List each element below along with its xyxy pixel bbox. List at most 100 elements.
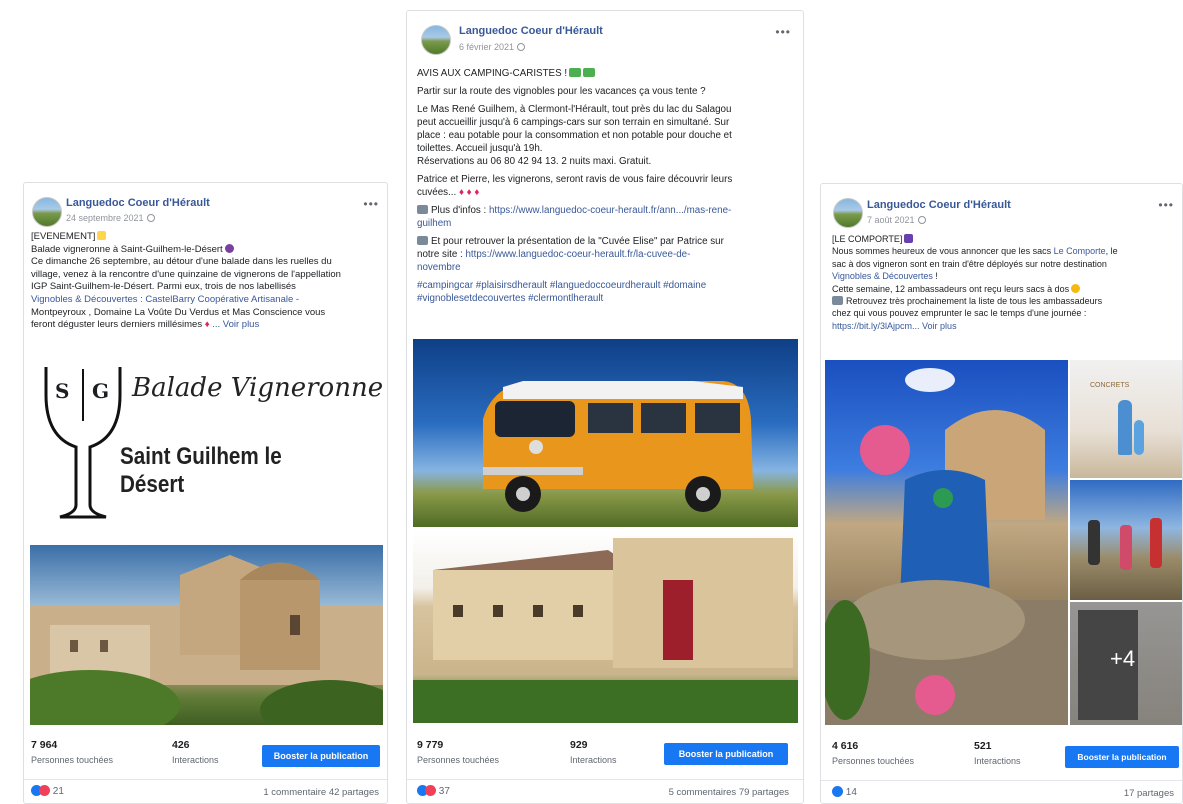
- more-options-icon[interactable]: •••: [1158, 198, 1174, 212]
- globe-icon: [917, 216, 926, 224]
- interactions-count: 426: [172, 739, 190, 751]
- text-line: cuvées...: [417, 187, 457, 198]
- comments-shares-link[interactable]: 5 commentaires 79 partages: [669, 787, 789, 798]
- page-name-link[interactable]: Languedoc Coeur d'Hérault: [867, 199, 1011, 211]
- winery-building-photo[interactable]: [413, 530, 798, 723]
- reactions-summary[interactable]: 21: [31, 785, 64, 797]
- boost-post-button[interactable]: Booster la publication: [262, 745, 380, 767]
- comments-shares-link[interactable]: 1 commentaire 42 partages: [263, 787, 379, 798]
- page-avatar[interactable]: [421, 25, 451, 55]
- grapes-emoji-icon: [224, 243, 234, 253]
- reach-count: 9 779: [417, 739, 444, 751]
- wine-emoji-icon: ♦ ♦ ♦: [458, 187, 480, 198]
- text-line: feront déguster leurs derniers millésime…: [31, 319, 203, 331]
- text-line: chez qui vous pouvez emprunter le sac le…: [832, 308, 1087, 319]
- reaction-count: 14: [845, 787, 857, 798]
- cuvee-url-link[interactable]: novembre: [417, 261, 799, 274]
- shares-link[interactable]: 17 partages: [1124, 788, 1174, 799]
- text-line: place : eau potable pour la consommation…: [417, 130, 732, 141]
- abbey-illustration: [30, 555, 383, 725]
- divider: [24, 779, 387, 780]
- page-name-link[interactable]: Languedoc Coeur d'Hérault: [66, 197, 210, 209]
- logo-title-text: Saint Guilhem le Désert: [120, 443, 282, 498]
- reaction-count: 37: [438, 786, 450, 797]
- post-header: Languedoc Coeur d'Hérault 7 août 2021 ••…: [821, 184, 1182, 228]
- campervan-photo[interactable]: [413, 339, 798, 527]
- post-date[interactable]: 24 septembre 2021: [66, 213, 155, 223]
- text-line: Retrouvez très prochainement la liste de…: [846, 296, 1103, 307]
- reach-count: 4 616: [832, 740, 859, 752]
- reach-label: Personnes touchées: [832, 756, 915, 766]
- divider: [407, 779, 803, 780]
- ambassador-photo-1[interactable]: CONCRETS: [1070, 360, 1182, 478]
- info-emoji-icon: [417, 205, 428, 214]
- page-avatar[interactable]: [32, 197, 62, 227]
- post-card-camping: Languedoc Coeur d'Hérault 6 février 2021…: [406, 10, 804, 804]
- post-header: Languedoc Coeur d'Hérault 24 septembre 2…: [24, 183, 387, 227]
- more-options-icon[interactable]: •••: [775, 25, 791, 39]
- post-card-balade: Languedoc Coeur d'Hérault 24 septembre 2…: [23, 182, 388, 804]
- text-line: Plus d'infos :: [431, 205, 489, 216]
- info-url-link[interactable]: guilhem: [417, 217, 799, 230]
- short-url-link[interactable]: https://bit.ly/3lAjpcm...: [832, 321, 920, 331]
- post-date[interactable]: 6 février 2021: [459, 42, 526, 52]
- text-line: notre site :: [417, 249, 466, 260]
- interactions-count: 929: [570, 739, 588, 751]
- logo-letter-s: S: [55, 379, 70, 403]
- ambassador-photo-more[interactable]: +4: [1070, 602, 1182, 725]
- cuvee-url-link[interactable]: https://www.languedoc-coeur-herault.fr/l…: [465, 249, 690, 260]
- love-reaction-icon: [425, 785, 436, 796]
- reactions-summary[interactable]: 37: [417, 785, 450, 797]
- text-line: Patrice et Pierre, les vignerons, seront…: [417, 174, 733, 185]
- person-figure: [1134, 420, 1144, 455]
- hashtags[interactable]: #vignoblesetdecouvertes #clermontlheraul…: [417, 292, 799, 305]
- boost-post-button[interactable]: Booster la publication: [1065, 746, 1179, 768]
- wine-emoji-icon: ♦: [204, 319, 210, 331]
- person-figure: [1150, 518, 1162, 568]
- campervan-illustration: [483, 381, 753, 512]
- text-line: Ce dimanche 26 septembre, au détour d'un…: [31, 256, 332, 268]
- page-mention-link[interactable]: Vignobles & Découvertes: [832, 271, 933, 281]
- post-header: Languedoc Coeur d'Hérault 6 février 2021…: [407, 11, 803, 55]
- page-mention-link[interactable]: Vignobles & Découvertes : CastelBarry Co…: [31, 294, 386, 307]
- text-line: Réservations au 06 80 42 94 13. 2 nuits …: [417, 156, 652, 167]
- interactions-count: 521: [974, 740, 992, 752]
- info-url-link[interactable]: https://www.languedoc-coeur-herault.fr/a…: [489, 205, 731, 216]
- interactions-label: Interactions: [974, 756, 1021, 766]
- ambassador-photo-2[interactable]: [1070, 480, 1182, 600]
- backpack-photo[interactable]: [825, 360, 1068, 725]
- page-name-link[interactable]: Languedoc Coeur d'Hérault: [459, 25, 603, 37]
- hashtags[interactable]: #campingcar #plaisirsdherault #languedoc…: [417, 279, 799, 292]
- winery-illustration: [413, 538, 798, 723]
- abbey-photo[interactable]: [30, 545, 383, 725]
- post-date[interactable]: 7 août 2021: [867, 215, 926, 225]
- reaction-count: 21: [52, 786, 64, 797]
- info-emoji-icon: [417, 236, 428, 245]
- post-text: [LE COMPORTE] Nous sommes heureux de vou…: [832, 233, 1180, 332]
- post-text: AVIS AUX CAMPING-CARISTES ! Partir sur l…: [417, 67, 799, 305]
- text-line: , le: [1105, 246, 1118, 257]
- see-more-link[interactable]: Voir plus: [922, 321, 957, 331]
- page-mention-link[interactable]: Le Comporte: [1054, 246, 1106, 256]
- sparkle-emoji-icon: [97, 231, 107, 240]
- reactions-summary[interactable]: 14: [832, 786, 857, 798]
- post-text: [EVENEMENT] Balade vigneronne à Saint-Gu…: [31, 231, 386, 332]
- boost-post-button[interactable]: Booster la publication: [664, 743, 788, 765]
- sunglasses-emoji-icon: [1071, 283, 1081, 293]
- post-title: AVIS AUX CAMPING-CARISTES !: [417, 68, 568, 79]
- text-line: IGP Saint-Guilhem-le-Désert. Parmi eux, …: [31, 281, 296, 293]
- event-logo-image[interactable]: S G Balade Vigneronne Saint Guilhem le D…: [24, 355, 387, 543]
- see-more-link[interactable]: ... Voir plus: [212, 319, 259, 330]
- person-figure: [1120, 525, 1132, 570]
- more-photos-count[interactable]: +4: [1110, 646, 1135, 672]
- reach-label: Personnes touchées: [31, 755, 114, 765]
- person-figure: [1088, 520, 1100, 565]
- interactions-label: Interactions: [172, 755, 219, 765]
- text-line: Cette semaine, 12 ambassadeurs ont reçu …: [832, 283, 1070, 294]
- backpack-illustration: [825, 368, 1068, 725]
- more-options-icon[interactable]: •••: [363, 197, 379, 211]
- globe-icon: [517, 43, 526, 51]
- camper-emoji-icon: [583, 68, 596, 77]
- page-avatar[interactable]: [833, 198, 863, 228]
- post-category: [EVENEMENT]: [31, 231, 96, 242]
